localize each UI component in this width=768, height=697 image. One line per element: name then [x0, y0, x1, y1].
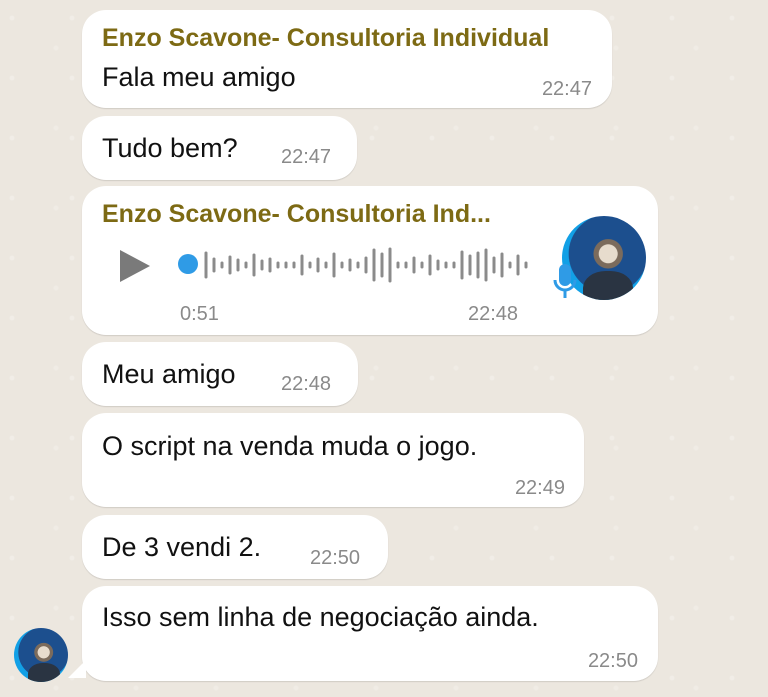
bubble-tail — [68, 660, 86, 678]
message-bubble[interactable]: Isso sem linha de negociação ainda. 22:5… — [82, 586, 658, 681]
message-bubble[interactable]: Enzo Scavone- Consultoria Individual Fal… — [82, 10, 612, 108]
message-text: Isso sem linha de negociação ainda. — [102, 602, 539, 632]
message-time: 22:48 — [281, 373, 332, 395]
message-text: O script na venda muda o jogo. — [102, 431, 478, 461]
sender-name: Enzo Scavone- Consultoria Ind... — [102, 200, 491, 228]
sender-name: Enzo Scavone- Consultoria Individual — [102, 24, 550, 52]
play-icon[interactable] — [120, 250, 150, 282]
audio-waveform[interactable] — [202, 244, 532, 286]
message-text: De 3 vendi 2. — [102, 532, 262, 562]
audio-duration: 0:51 — [180, 303, 219, 325]
message-time: 22:50 — [310, 547, 361, 569]
message-time: 22:47 — [541, 78, 592, 100]
message-text: Tudo bem? — [102, 133, 238, 163]
message-bubble[interactable]: Tudo bem? 22:47 — [82, 116, 357, 180]
message-bubble[interactable]: Meu amigo 22:48 — [82, 342, 358, 406]
audio-message-bubble[interactable]: Enzo Scavone- Consultoria Ind... 0:51 22… — [82, 186, 658, 335]
playback-progress-dot[interactable] — [178, 254, 198, 274]
message-time: 22:48 — [468, 303, 519, 325]
message-time: 22:47 — [281, 146, 332, 168]
message-text: Meu amigo — [102, 359, 236, 389]
message-bubble[interactable]: De 3 vendi 2. 22:50 — [82, 515, 388, 579]
message-time: 22:49 — [514, 477, 565, 499]
microphone-icon — [553, 264, 577, 298]
message-text: Fala meu amigo — [102, 62, 296, 92]
message-bubble[interactable]: O script na venda muda o jogo. 22:49 — [82, 413, 584, 507]
message-time: 22:50 — [587, 650, 638, 672]
contact-avatar[interactable] — [14, 628, 68, 682]
